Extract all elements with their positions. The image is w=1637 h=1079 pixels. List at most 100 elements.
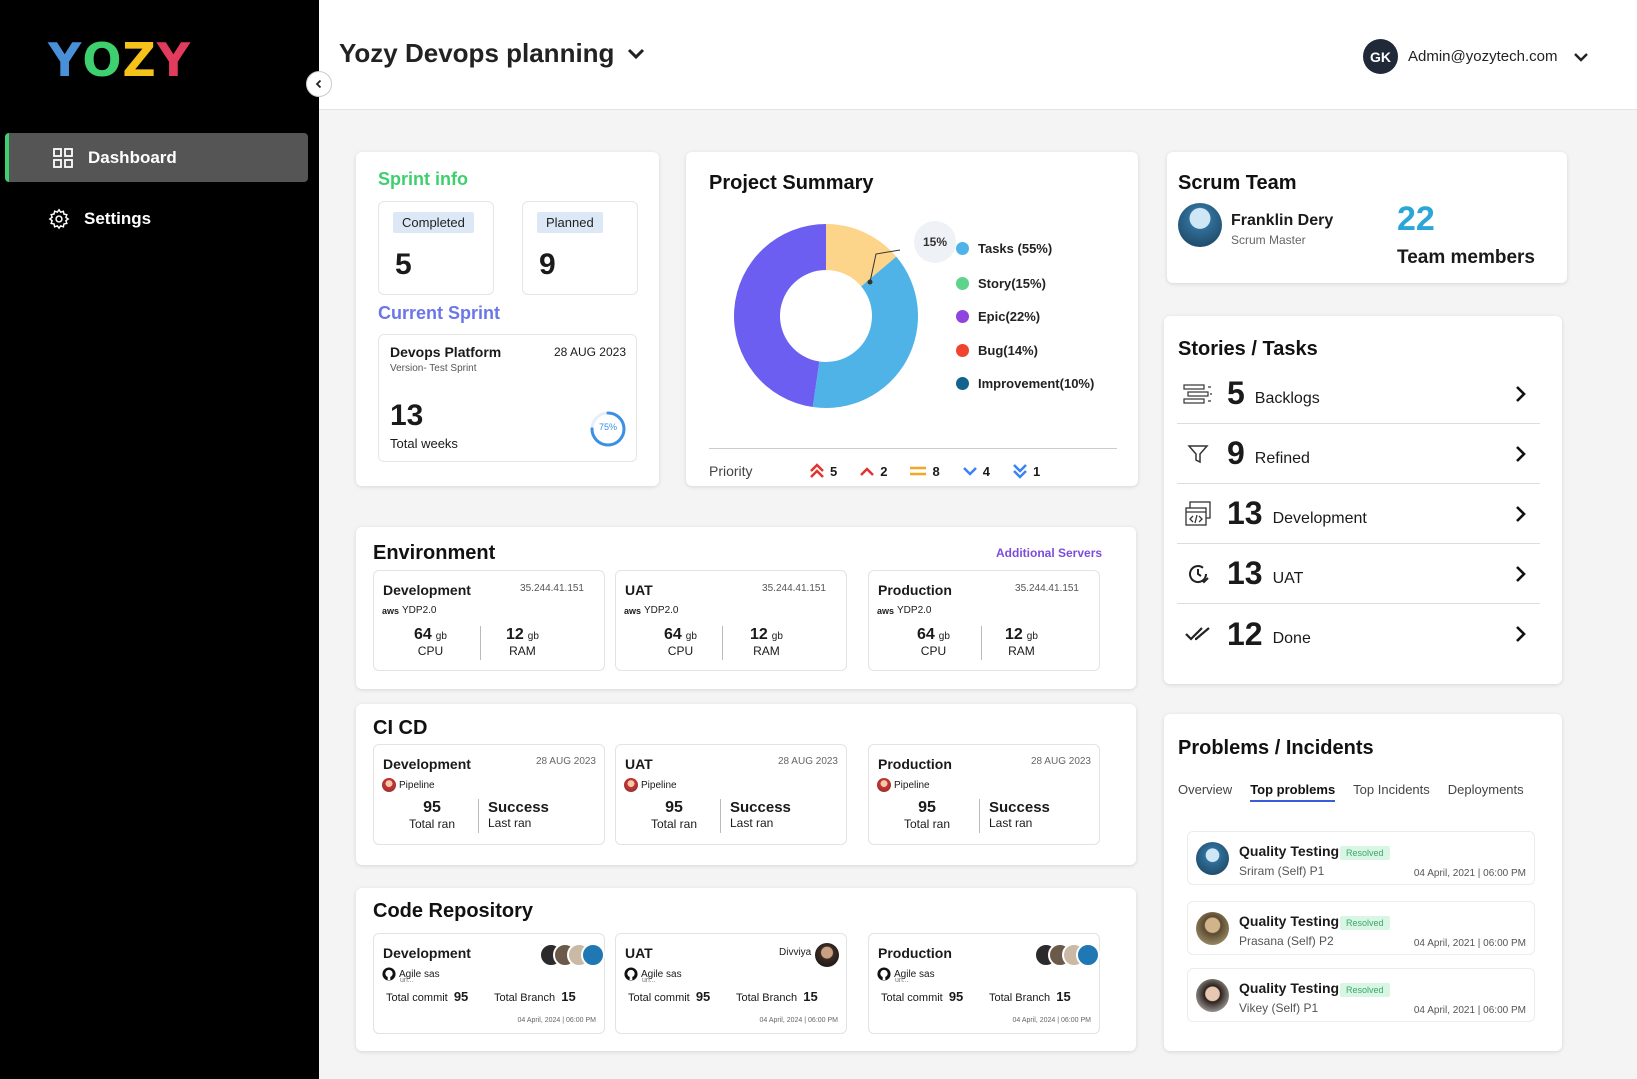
current-sprint-box[interactable]: Devops Platform 28 AUG 2023 Version- Tes… <box>378 334 637 462</box>
repo-box-development[interactable]: Development Agile sas url... Total commi… <box>373 933 605 1034</box>
incident-date: 04 April, 2021 | 06:00 PM <box>1413 1005 1526 1016</box>
chevron-down-icon <box>962 467 977 476</box>
ram-stat: 12 gb RAM <box>1005 626 1038 658</box>
chevron-right-icon <box>1516 626 1526 642</box>
priority-medium[interactable]: 8 <box>909 463 940 479</box>
user-menu[interactable]: GK Admin@yozytech.com <box>1363 39 1589 74</box>
story-row-uat[interactable]: 13 UAT <box>1177 544 1540 604</box>
sprint-version: Version- Test Sprint <box>390 363 477 374</box>
repo-date: 04 April, 2024 | 06:00 PM <box>759 1017 838 1024</box>
story-row-development[interactable]: 13 Development <box>1177 484 1540 544</box>
planned-value: 9 <box>539 248 556 281</box>
divider <box>722 626 723 660</box>
collapse-sidebar-button[interactable] <box>306 71 332 97</box>
priority-label: Priority <box>709 463 753 479</box>
story-count: 13 <box>1227 555 1263 591</box>
avatar: GK <box>1363 39 1398 74</box>
contributors-avatars[interactable] <box>539 943 605 967</box>
story-count: 12 <box>1227 615 1263 652</box>
env-box-production[interactable]: Production 35.244.41.151 aws YDP2.0 64 gb C… <box>868 570 1100 671</box>
chevron-right-icon <box>1516 505 1526 522</box>
priority-low[interactable]: 4 <box>962 463 990 479</box>
chevron-up-icon <box>860 467 875 476</box>
incident-item[interactable]: Quality Testing Resolved Sriram (Self) P… <box>1187 831 1535 885</box>
legend-dot <box>956 377 969 390</box>
legend-label: Bug(14%) <box>978 343 1038 358</box>
incident-date: 04 April, 2021 | 06:00 PM <box>1413 938 1526 949</box>
top-header: Yozy Devops planning GK Admin@yozytech.c… <box>319 0 1637 110</box>
legend-dot <box>956 344 969 357</box>
priority-highest[interactable]: 5 <box>809 463 837 479</box>
sidebar-item-settings[interactable]: Settings <box>5 194 308 243</box>
incident-item[interactable]: Quality Testing Resolved Vikey (Self) P1… <box>1187 968 1535 1022</box>
completed-label: Completed <box>393 212 474 233</box>
chevron-right-icon <box>1516 385 1526 402</box>
story-row-done[interactable]: 12 Done <box>1177 604 1540 664</box>
legend-item: Tasks (55%) <box>956 241 1052 256</box>
cicd-name: UAT <box>625 756 653 772</box>
tab-top-problems[interactable]: Top problems <box>1250 782 1336 802</box>
cicd-title: CI CD <box>373 717 428 739</box>
repo-date: 04 April, 2024 | 06:00 PM <box>517 1017 596 1024</box>
grid-icon <box>52 147 74 169</box>
completed-value: 5 <box>395 248 412 281</box>
env-box-uat[interactable]: UAT 35.244.41.151 aws YDP2.0 64 gb CPU 12 gb… <box>615 570 847 671</box>
completed-box[interactable]: Completed 5 <box>378 201 494 295</box>
pipeline-icon <box>877 778 891 792</box>
project-summary-card: Project Summary 15% Tasks (55%) Story(15… <box>686 152 1138 486</box>
priority-lowest[interactable]: 1 <box>1012 463 1040 479</box>
contributors-avatars[interactable] <box>1034 943 1100 967</box>
cicd-box-development[interactable]: Development 28 AUG 2023 Pipeline 95 Total… <box>373 744 605 845</box>
priority-row: Priority 5 2 8 4 1 <box>709 448 1117 479</box>
tab-top-incidents[interactable]: Top Incidents <box>1353 782 1430 802</box>
story-row-backlogs[interactable]: 5 Backlogs <box>1177 364 1540 424</box>
status-badge: Resolved <box>1340 916 1390 930</box>
status-stat: Success Last ran <box>730 799 791 830</box>
repo-box-uat[interactable]: UAT Divviya Agile sas url... Total commi… <box>615 933 847 1034</box>
divider <box>480 626 481 660</box>
github-icon <box>624 967 638 981</box>
aws-icon: aws YDP2.0 <box>877 605 932 616</box>
cpu-stat: 64 gb CPU <box>664 626 697 658</box>
additional-servers-link[interactable]: Additional Servers <box>996 546 1102 560</box>
legend-label: Tasks (55%) <box>978 241 1053 256</box>
legend-item: Improvement(10%) <box>956 376 1094 391</box>
cicd-box-production[interactable]: Production 28 AUG 2023 Pipeline 95 Total … <box>868 744 1100 845</box>
priority-value: 1 <box>1032 463 1041 479</box>
priority-high[interactable]: 2 <box>859 463 887 479</box>
commit-stat: Total commit 95 <box>881 989 964 1004</box>
cicd-box-uat[interactable]: UAT 28 AUG 2023 Pipeline 95 Total ran Suc… <box>615 744 847 845</box>
scrum-master-name: Franklin Dery <box>1231 212 1334 229</box>
sidebar-item-dashboard[interactable]: Dashboard <box>5 133 308 182</box>
avatar[interactable] <box>815 943 839 967</box>
incident-owner: Sriram (Self) P1 <box>1239 864 1325 878</box>
env-ip: 35.244.41.151 <box>520 583 584 594</box>
code-repo-card: Code Repository Development Agile sas ur… <box>356 888 1136 1051</box>
story-row-refined[interactable]: 9 Refined <box>1177 424 1540 484</box>
brand-logo[interactable]: YOZY <box>48 34 191 86</box>
double-chevron-up-icon <box>810 463 824 478</box>
divider <box>979 799 980 833</box>
legend-item: Epic(22%) <box>956 309 1040 324</box>
tab-deployments[interactable]: Deployments <box>1448 782 1524 802</box>
donut-slice-epic[interactable] <box>733 224 826 408</box>
double-chevron-down-icon <box>1013 464 1027 479</box>
tab-overview[interactable]: Overview <box>1178 782 1232 802</box>
aws-icon: aws YDP2.0 <box>382 605 437 616</box>
scrum-team-card: Scrum Team Franklin Dery Scrum Master 22… <box>1167 152 1567 283</box>
branch-stat: Total Branch 15 <box>989 989 1071 1004</box>
code-window-icon <box>1183 500 1213 527</box>
planned-box[interactable]: Planned 9 <box>522 201 638 295</box>
problems-tabs: Overview Top problems Top Incidents Depl… <box>1178 782 1524 802</box>
pipeline-label: Pipeline <box>624 778 677 792</box>
incident-title: Quality Testing <box>1239 843 1340 859</box>
avatar[interactable] <box>1178 203 1222 247</box>
github-icon <box>877 967 891 981</box>
legend-label: Improvement(10%) <box>978 376 1095 391</box>
project-selector[interactable]: Yozy Devops planning <box>339 38 646 69</box>
repo-box-production[interactable]: Production Agile sas url... Total commit… <box>868 933 1100 1034</box>
incident-item[interactable]: Quality Testing Resolved Prasana (Self) … <box>1187 901 1535 955</box>
env-box-development[interactable]: Development 35.244.41.151 aws YDP2.0 64 gb… <box>373 570 605 671</box>
cicd-date: 28 AUG 2023 <box>1030 756 1091 767</box>
pipeline-icon <box>624 778 638 792</box>
